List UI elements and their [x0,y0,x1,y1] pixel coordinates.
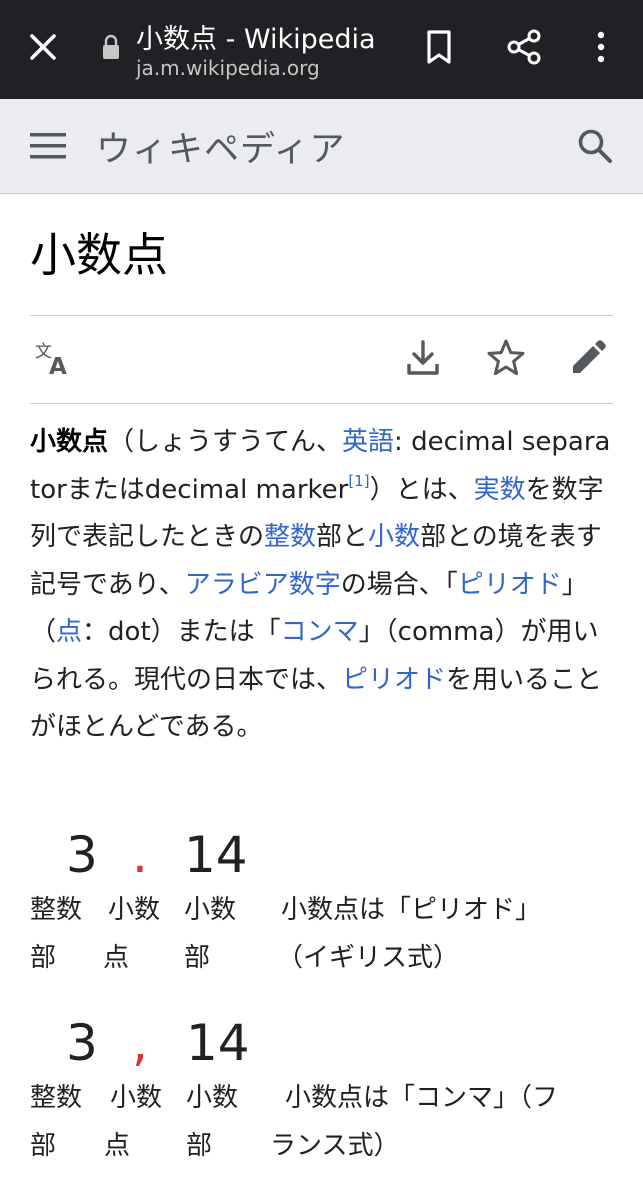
close-icon[interactable] [27,31,59,63]
site-header: ウィキペディア [0,99,643,194]
example-label: 整数 [30,1083,83,1113]
search-icon[interactable] [576,127,614,165]
bookmark-icon[interactable] [420,28,458,66]
example-integer: 3 [66,826,98,884]
svg-text:A: A [49,354,67,378]
site-wordmark[interactable]: ウィキペディア [96,121,346,172]
edit-icon[interactable] [568,338,608,378]
lead-text: ）とは、 [369,474,474,505]
example-fraction: 14 [186,1014,250,1072]
download-icon[interactable] [403,338,443,378]
example-label: 小数 [186,1083,239,1113]
example-label: 点 [103,943,130,973]
actions-divider [30,403,613,404]
star-icon[interactable] [486,338,526,378]
example-label: 部 [186,1131,213,1161]
example-description: ランス式） [270,1131,400,1161]
lead-paragraph: 小数点（しょうすうてん、英語: decimal separatorまたはdeci… [30,419,613,752]
example-label: 小数 [108,895,161,925]
example-description: （イギリス式） [277,943,460,973]
page-title: 小数点 [30,228,168,282]
example-label: 整数 [30,895,83,925]
link-real-number[interactable]: 実数 [474,475,526,505]
example-fraction: 14 [184,826,248,884]
link-comma[interactable]: コンマ [281,617,359,647]
link-period-2[interactable]: ピリオド [342,665,446,695]
example-label: 点 [104,1131,131,1161]
example-label: 部 [30,943,57,973]
lead-text: の場合、「 [340,569,458,600]
link-period[interactable]: ピリオド [458,570,562,600]
example-integer: 3 [66,1014,98,1072]
link-dot[interactable]: 点 [56,617,82,647]
share-icon[interactable] [505,28,543,66]
example-label: 部 [30,1131,57,1161]
link-decimal[interactable]: 小数 [368,522,420,552]
bold-term: 小数点 [30,427,109,457]
browser-toolbar: 小数点 - Wikipedia ja.m.wikipedia.org [0,0,643,99]
link-integer[interactable]: 整数 [264,522,316,552]
more-vert-icon[interactable] [582,28,620,66]
title-divider [30,315,613,316]
lead-text: ：dot）または「 [82,617,281,647]
example-description: 小数点は「コンマ」（フ [285,1083,559,1113]
example-separator: , [132,1014,148,1072]
link-arabic-numerals[interactable]: アラビア数字 [185,570,341,600]
example-label: 小数 [184,895,237,925]
page-tab-title[interactable]: 小数点 - Wikipedia [136,17,376,56]
example-label: 部 [184,943,211,973]
example-label: 小数 [110,1083,163,1113]
menu-icon[interactable] [30,131,66,161]
example-separator: . [132,826,148,884]
link-english[interactable]: 英語 [342,427,394,457]
reference-link[interactable]: [1] [348,472,369,490]
lead-text: （しょうすうてん、 [108,427,343,457]
url-text[interactable]: ja.m.wikipedia.org [136,56,320,80]
lock-icon [103,34,119,59]
language-icon[interactable]: 文 A [34,338,74,378]
example-description: 小数点は「ピリオド」 [281,895,542,925]
lead-text: 部と [316,522,369,552]
